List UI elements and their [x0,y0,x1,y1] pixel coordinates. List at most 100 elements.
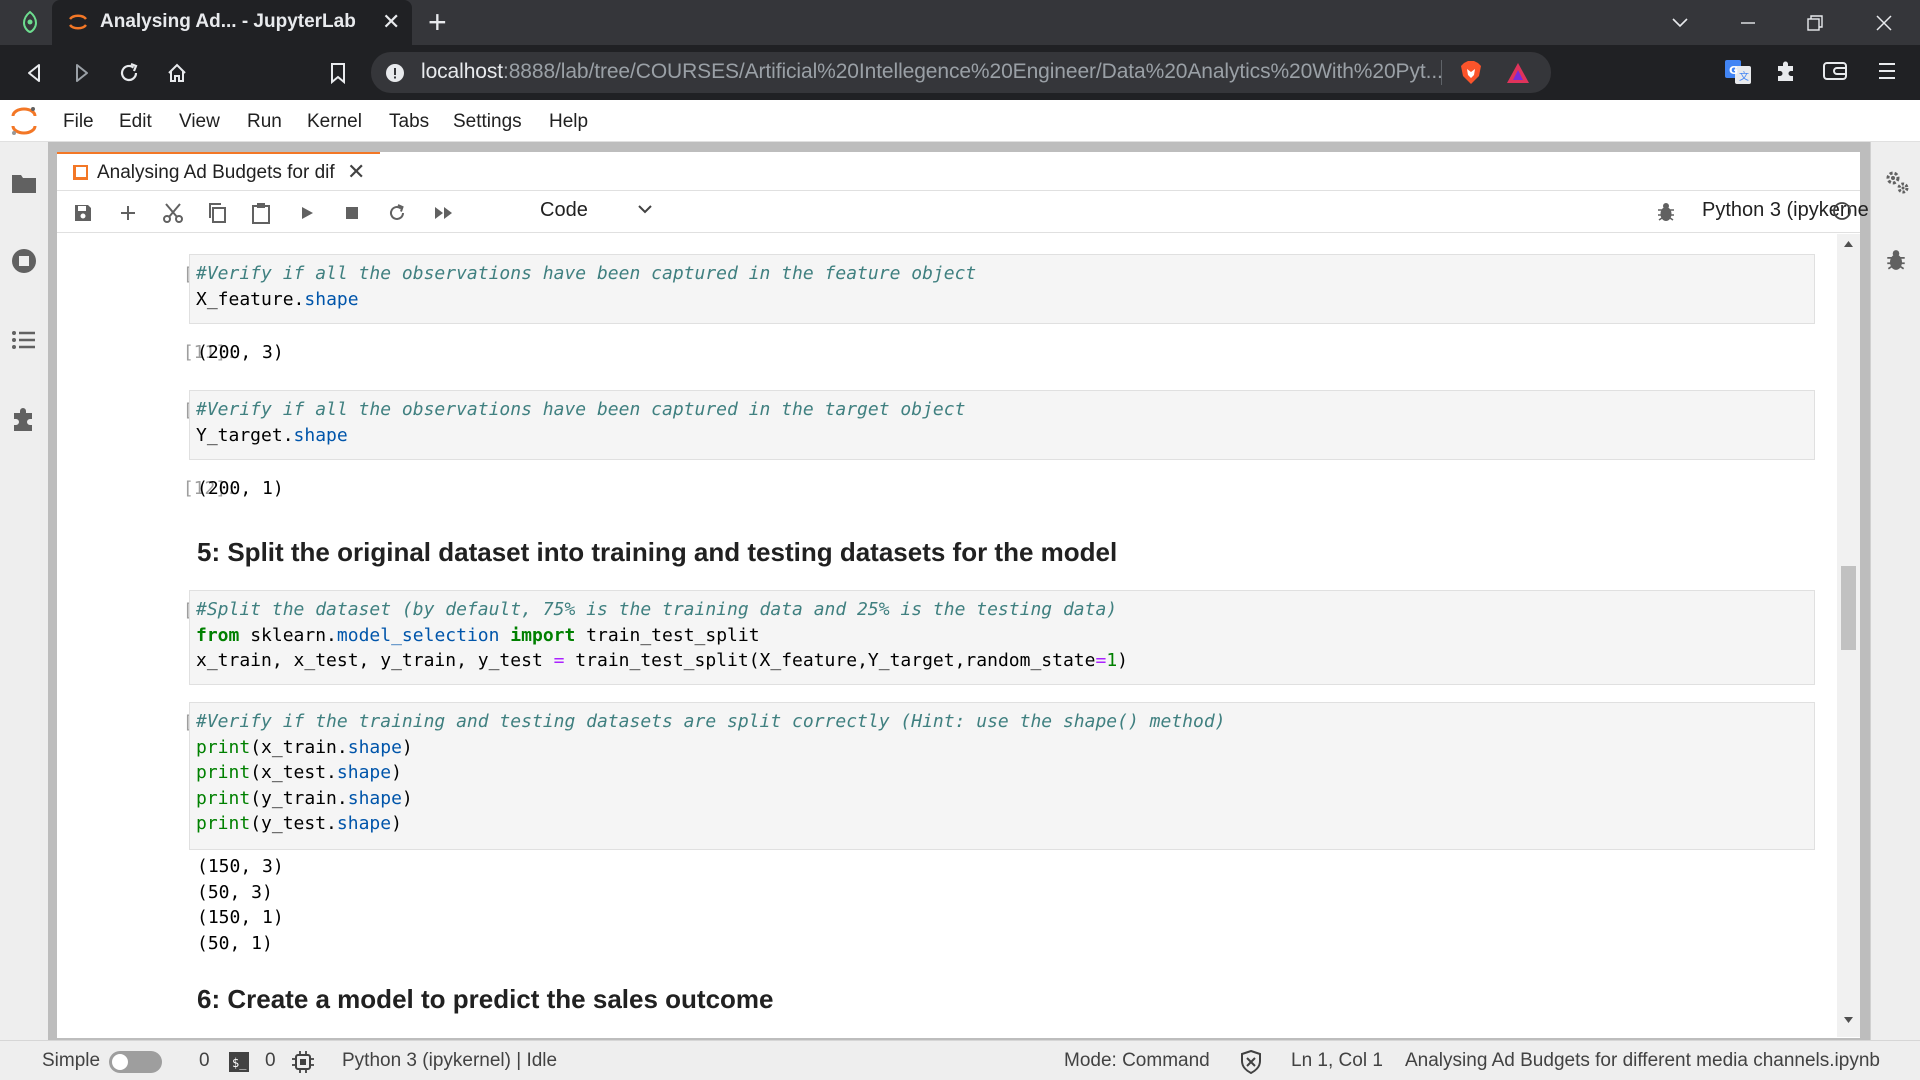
builtin-print: print [196,736,251,758]
close-paren: ) [391,762,402,783]
browser-titlebar: Analysing Ad... - JupyterLab ✕ + [0,0,1920,45]
keyword-from: from [196,624,240,646]
shield-extension-icon[interactable] [19,10,41,34]
browser-tab-active[interactable]: Analysing Ad... - JupyterLab ✕ [52,0,412,45]
operator-equals: = [553,650,565,671]
notebook-mode-text: Mode: Command [1064,1050,1210,1071]
cut-icon[interactable] [160,200,186,226]
code-dot: . [293,288,305,310]
close-document-tab-icon[interactable]: ✕ [347,159,365,185]
back-icon[interactable] [18,57,50,89]
code-comment: #Verify if all the observations have bee… [196,263,977,284]
builtin-print: print [196,787,251,809]
code-comment: #Verify if all the observations have bee… [196,399,966,420]
notebook-scrollbar[interactable] [1837,234,1860,1037]
home-icon[interactable] [161,57,193,89]
kernel-name-button[interactable]: Python 3 (ipykernel) [1702,199,1880,222]
trusted-notebook-icon[interactable] [1240,1050,1262,1074]
status-bar: Simple 0 $_ 0 Python 3 (ipykernel) | Idl… [0,1040,1920,1080]
code-cell-12[interactable]: #Verify if all the observations have bee… [189,390,1815,460]
jupyter-menubar: File Edit View Run Kernel Tabs Settings … [0,100,1920,142]
menu-file[interactable]: File [63,111,94,133]
code-attribute: shape [347,736,402,758]
browser-tab-title: Analysing Ad... - JupyterLab [100,11,356,32]
markdown-heading-6[interactable]: 6: Create a model to predict the sales o… [197,984,774,1015]
address-bar[interactable]: localhost:8888/lab/tree/COURSES/Artifici… [371,52,1551,93]
current-filename: Analysing Ad Budgets for different media… [1405,1050,1880,1071]
restart-kernel-icon[interactable] [384,200,410,226]
close-paren: ) [401,787,413,809]
interrupt-kernel-icon[interactable] [339,200,365,226]
extensions-puzzle-icon[interactable] [1774,59,1798,83]
simple-mode-toggle[interactable] [109,1051,162,1073]
menu-kernel[interactable]: Kernel [307,111,362,133]
code-attribute: shape [336,813,392,834]
jupyter-logo-icon[interactable] [10,106,38,136]
tab-search-chevron-icon[interactable] [1660,8,1700,38]
reload-icon[interactable] [113,57,145,89]
builtin-print: print [196,813,251,834]
copy-icon[interactable] [204,200,230,226]
close-tab-icon[interactable]: ✕ [382,9,400,35]
folder-icon[interactable] [10,169,38,197]
code-cell-14[interactable]: #Verify if the training and testing data… [189,702,1815,850]
code-variable: Y_target [196,424,283,446]
site-info-icon[interactable] [385,63,405,83]
menu-tabs[interactable]: Tabs [389,111,429,133]
bookmark-icon[interactable] [322,57,354,89]
running-kernels-icon[interactable] [10,247,38,275]
google-translate-icon[interactable]: G 文 [1724,59,1752,85]
function-call: train_test_split(X_feature,Y_target,rand… [564,650,1096,671]
url-path: :8888/lab/tree/COURSES/Artificial%20Inte… [502,60,1443,83]
close-window-icon[interactable] [1864,8,1904,38]
print-arg: (x_train. [250,736,348,758]
wallet-icon[interactable] [1822,60,1848,82]
terminal-icon[interactable]: $_ [228,1051,250,1073]
new-tab-icon[interactable]: + [428,5,447,39]
code-cell-13[interactable]: #Split the dataset (by default, 75% is t… [189,590,1815,685]
terminal-count[interactable]: 0 [199,1050,210,1072]
kernel-idle-status-icon [1833,202,1851,220]
browser-menu-icon[interactable] [1877,61,1897,81]
simple-mode-label: Simple [42,1050,101,1071]
scrollbar-thumb[interactable] [1841,566,1856,650]
restore-window-icon[interactable] [1795,8,1835,38]
kernel-status-text[interactable]: Python 3 (ipykernel) | Idle [342,1050,557,1072]
notebook-document-tab[interactable]: Analysing Ad Budgets for dif ✕ [57,152,380,190]
cursor-position[interactable]: Ln 1, Col 1 [1291,1050,1383,1072]
insert-cell-icon[interactable] [115,200,141,226]
run-cell-icon[interactable] [294,200,320,226]
scroll-down-arrow-icon[interactable] [1843,1016,1854,1024]
menu-settings[interactable]: Settings [453,111,522,133]
left-sidebar [0,142,48,1040]
menu-run[interactable]: Run [247,111,282,133]
chevron-down-icon[interactable] [637,203,653,215]
table-of-contents-icon[interactable] [10,326,38,354]
notebook-cells-area[interactable]: [11]: #Verify if all the observations ha… [57,234,1837,1037]
restart-run-all-icon[interactable] [431,200,457,226]
property-inspector-gears-icon[interactable] [1883,168,1911,196]
brave-shields-icon[interactable] [1459,60,1483,86]
code-cell-11[interactable]: #Verify if all the observations have bee… [189,254,1815,324]
debugger-bug-icon[interactable] [1656,201,1676,223]
kernel-count[interactable]: 0 [265,1050,276,1072]
cell-type-select[interactable]: Code [540,199,588,222]
brave-rewards-icon[interactable] [1505,61,1531,85]
url-text[interactable]: localhost:8888/lab/tree/COURSES/Artifici… [421,60,1443,84]
markdown-heading-5[interactable]: 5: Split the original dataset into train… [197,537,1117,568]
forward-icon[interactable] [66,57,98,89]
save-icon[interactable] [70,200,96,226]
print-arg: (x_test. [250,762,337,783]
minimize-window-icon[interactable] [1728,8,1768,38]
menu-help[interactable]: Help [549,111,588,133]
document-tab-label: Analysing Ad Budgets for dif [97,162,335,183]
notebook-file-icon [73,165,88,180]
kernel-chip-icon[interactable] [291,1050,315,1074]
menu-edit[interactable]: Edit [119,111,152,133]
builtin-print: print [196,762,251,783]
debugger-sidebar-bug-icon[interactable] [1885,248,1907,272]
menu-view[interactable]: View [179,111,220,133]
paste-icon[interactable] [248,200,274,226]
extension-manager-icon[interactable] [10,405,38,433]
scroll-up-arrow-icon[interactable] [1843,240,1854,248]
